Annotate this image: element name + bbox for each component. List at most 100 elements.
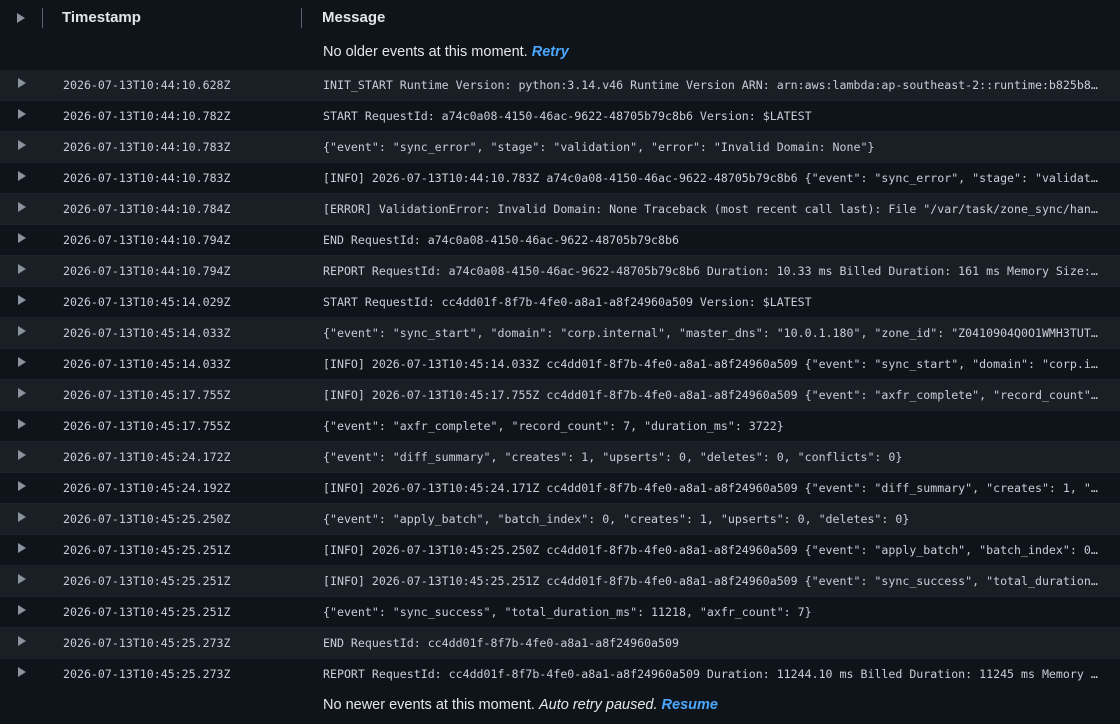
event-timestamp: 2026-07-13T10:44:10.783Z (63, 140, 231, 154)
caret-right-icon (18, 543, 26, 553)
event-timestamp: 2026-07-13T10:45:14.033Z (63, 326, 231, 340)
caret-right-icon (18, 171, 26, 181)
expand-row-toggle[interactable] (14, 324, 30, 338)
event-list: 2026-07-13T10:44:10.628Z INIT_START Runti… (0, 70, 1120, 690)
log-event-row[interactable]: 2026-07-13T10:45:17.755Z {"event": "axfr_… (0, 411, 1120, 442)
event-timestamp: 2026-07-13T10:44:10.784Z (63, 202, 231, 216)
caret-right-icon (18, 264, 26, 274)
expand-row-toggle[interactable] (14, 510, 30, 524)
event-timestamp: 2026-07-13T10:44:10.783Z (63, 171, 231, 185)
event-timestamp: 2026-07-13T10:45:25.251Z (63, 574, 231, 588)
log-event-row[interactable]: 2026-07-13T10:45:25.273Z END RequestId: c… (0, 628, 1120, 659)
log-event-row[interactable]: 2026-07-13T10:45:17.755Z [INFO] 2026-07-1… (0, 380, 1120, 411)
expand-row-toggle[interactable] (14, 572, 30, 586)
caret-right-icon (18, 636, 26, 646)
log-event-row[interactable]: 2026-07-13T10:44:10.783Z {"event": "sync_… (0, 132, 1120, 163)
older-events-banner: No older events at this moment. Retry (0, 36, 1120, 68)
event-timestamp: 2026-07-13T10:45:25.273Z (63, 667, 231, 681)
timestamp-column-header[interactable]: Timestamp (62, 0, 141, 36)
expand-row-toggle[interactable] (14, 76, 30, 90)
expand-row-toggle[interactable] (14, 169, 30, 183)
expand-row-toggle[interactable] (14, 603, 30, 617)
event-timestamp: 2026-07-13T10:44:10.782Z (63, 109, 231, 123)
log-event-row[interactable]: 2026-07-13T10:44:10.794Z REPORT RequestId… (0, 256, 1120, 287)
event-message: {"event": "apply_batch", "batch_index": … (323, 512, 910, 526)
log-event-row[interactable]: 2026-07-13T10:44:10.794Z END RequestId: a… (0, 225, 1120, 256)
event-message: [INFO] 2026-07-13T10:45:14.033Z cc4dd01f… (323, 357, 1098, 371)
expand-row-toggle[interactable] (14, 107, 30, 121)
event-message: INIT_START Runtime Version: python:3.14.… (323, 78, 1098, 92)
expand-row-toggle[interactable] (14, 200, 30, 214)
caret-right-icon (18, 326, 26, 336)
expand-row-toggle[interactable] (14, 541, 30, 555)
event-message: [INFO] 2026-07-13T10:45:24.171Z cc4dd01f… (323, 481, 1098, 495)
caret-right-icon (18, 419, 26, 429)
log-event-row[interactable]: 2026-07-13T10:45:25.273Z REPORT RequestId… (0, 659, 1120, 690)
event-timestamp: 2026-07-13T10:45:25.251Z (63, 543, 231, 557)
caret-right-icon (18, 140, 26, 150)
event-message: {"event": "diff_summary", "creates": 1, … (323, 450, 903, 464)
expand-row-toggle[interactable] (14, 479, 30, 493)
event-message: [INFO] 2026-07-13T10:45:17.755Z cc4dd01f… (323, 388, 1098, 402)
event-timestamp: 2026-07-13T10:45:25.273Z (63, 636, 231, 650)
event-message: [ERROR] ValidationError: Invalid Domain:… (323, 202, 1098, 216)
event-message: END RequestId: cc4dd01f-8f7b-4fe0-a8a1-a… (323, 636, 679, 650)
expand-row-toggle[interactable] (14, 386, 30, 400)
expand-row-toggle[interactable] (14, 262, 30, 276)
resume-link[interactable]: Resume (662, 697, 718, 713)
log-event-row[interactable]: 2026-07-13T10:45:25.251Z [INFO] 2026-07-1… (0, 535, 1120, 566)
expand-all-toggle[interactable] (0, 0, 42, 36)
log-event-row[interactable]: 2026-07-13T10:44:10.783Z [INFO] 2026-07-1… (0, 163, 1120, 194)
caret-right-icon (18, 78, 26, 88)
caret-right-icon (18, 357, 26, 367)
event-message: REPORT RequestId: cc4dd01f-8f7b-4fe0-a8a… (323, 667, 1098, 681)
log-event-row[interactable]: 2026-07-13T10:45:25.251Z {"event": "sync_… (0, 597, 1120, 628)
event-message: [INFO] 2026-07-13T10:45:25.251Z cc4dd01f… (323, 574, 1098, 588)
log-event-row[interactable]: 2026-07-13T10:44:10.628Z INIT_START Runti… (0, 70, 1120, 101)
event-timestamp: 2026-07-13T10:44:10.794Z (63, 233, 231, 247)
caret-right-icon (18, 512, 26, 522)
log-event-row[interactable]: 2026-07-13T10:44:10.784Z [ERROR] Validati… (0, 194, 1120, 225)
log-event-row[interactable]: 2026-07-13T10:45:25.251Z [INFO] 2026-07-1… (0, 566, 1120, 597)
event-timestamp: 2026-07-13T10:45:17.755Z (63, 419, 231, 433)
log-event-row[interactable]: 2026-07-13T10:45:24.172Z {"event": "diff_… (0, 442, 1120, 473)
log-event-row[interactable]: 2026-07-13T10:45:14.029Z START RequestId:… (0, 287, 1120, 318)
newer-events-text: No newer events at this moment. (323, 697, 535, 713)
caret-right-icon (17, 13, 25, 23)
auto-retry-status: Auto retry paused. (539, 697, 658, 713)
log-events-table: Timestamp Message No older events at thi… (0, 0, 1120, 724)
expand-row-toggle[interactable] (14, 138, 30, 152)
caret-right-icon (18, 667, 26, 677)
message-column-header[interactable]: Message (322, 0, 385, 36)
expand-row-toggle[interactable] (14, 417, 30, 431)
event-message: [INFO] 2026-07-13T10:44:10.783Z a74c0a08… (323, 171, 1098, 185)
event-timestamp: 2026-07-13T10:45:25.251Z (63, 605, 231, 619)
event-message: START RequestId: cc4dd01f-8f7b-4fe0-a8a1… (323, 295, 812, 309)
event-timestamp: 2026-07-13T10:45:17.755Z (63, 388, 231, 402)
expand-row-toggle[interactable] (14, 231, 30, 245)
expand-row-toggle[interactable] (14, 293, 30, 307)
caret-right-icon (18, 388, 26, 398)
caret-right-icon (18, 450, 26, 460)
column-divider (42, 8, 43, 28)
expand-row-toggle[interactable] (14, 448, 30, 462)
log-event-row[interactable]: 2026-07-13T10:45:24.192Z [INFO] 2026-07-1… (0, 473, 1120, 504)
event-message: {"event": "sync_success", "total_duratio… (323, 605, 812, 619)
column-resize-handle[interactable] (301, 8, 302, 28)
event-message: [INFO] 2026-07-13T10:45:25.250Z cc4dd01f… (323, 543, 1098, 557)
log-event-row[interactable]: 2026-07-13T10:45:14.033Z [INFO] 2026-07-1… (0, 349, 1120, 380)
expand-row-toggle[interactable] (14, 665, 30, 679)
retry-link[interactable]: Retry (532, 44, 569, 60)
caret-right-icon (18, 295, 26, 305)
log-event-row[interactable]: 2026-07-13T10:45:14.033Z {"event": "sync_… (0, 318, 1120, 349)
event-timestamp: 2026-07-13T10:45:24.172Z (63, 450, 231, 464)
log-event-row[interactable]: 2026-07-13T10:44:10.782Z START RequestId:… (0, 101, 1120, 132)
event-message: REPORT RequestId: a74c0a08-4150-46ac-962… (323, 264, 1098, 278)
caret-right-icon (18, 233, 26, 243)
event-timestamp: 2026-07-13T10:45:14.033Z (63, 357, 231, 371)
event-message: END RequestId: a74c0a08-4150-46ac-9622-4… (323, 233, 679, 247)
expand-row-toggle[interactable] (14, 634, 30, 648)
log-event-row[interactable]: 2026-07-13T10:45:25.250Z {"event": "apply… (0, 504, 1120, 535)
event-timestamp: 2026-07-13T10:45:25.250Z (63, 512, 231, 526)
expand-row-toggle[interactable] (14, 355, 30, 369)
